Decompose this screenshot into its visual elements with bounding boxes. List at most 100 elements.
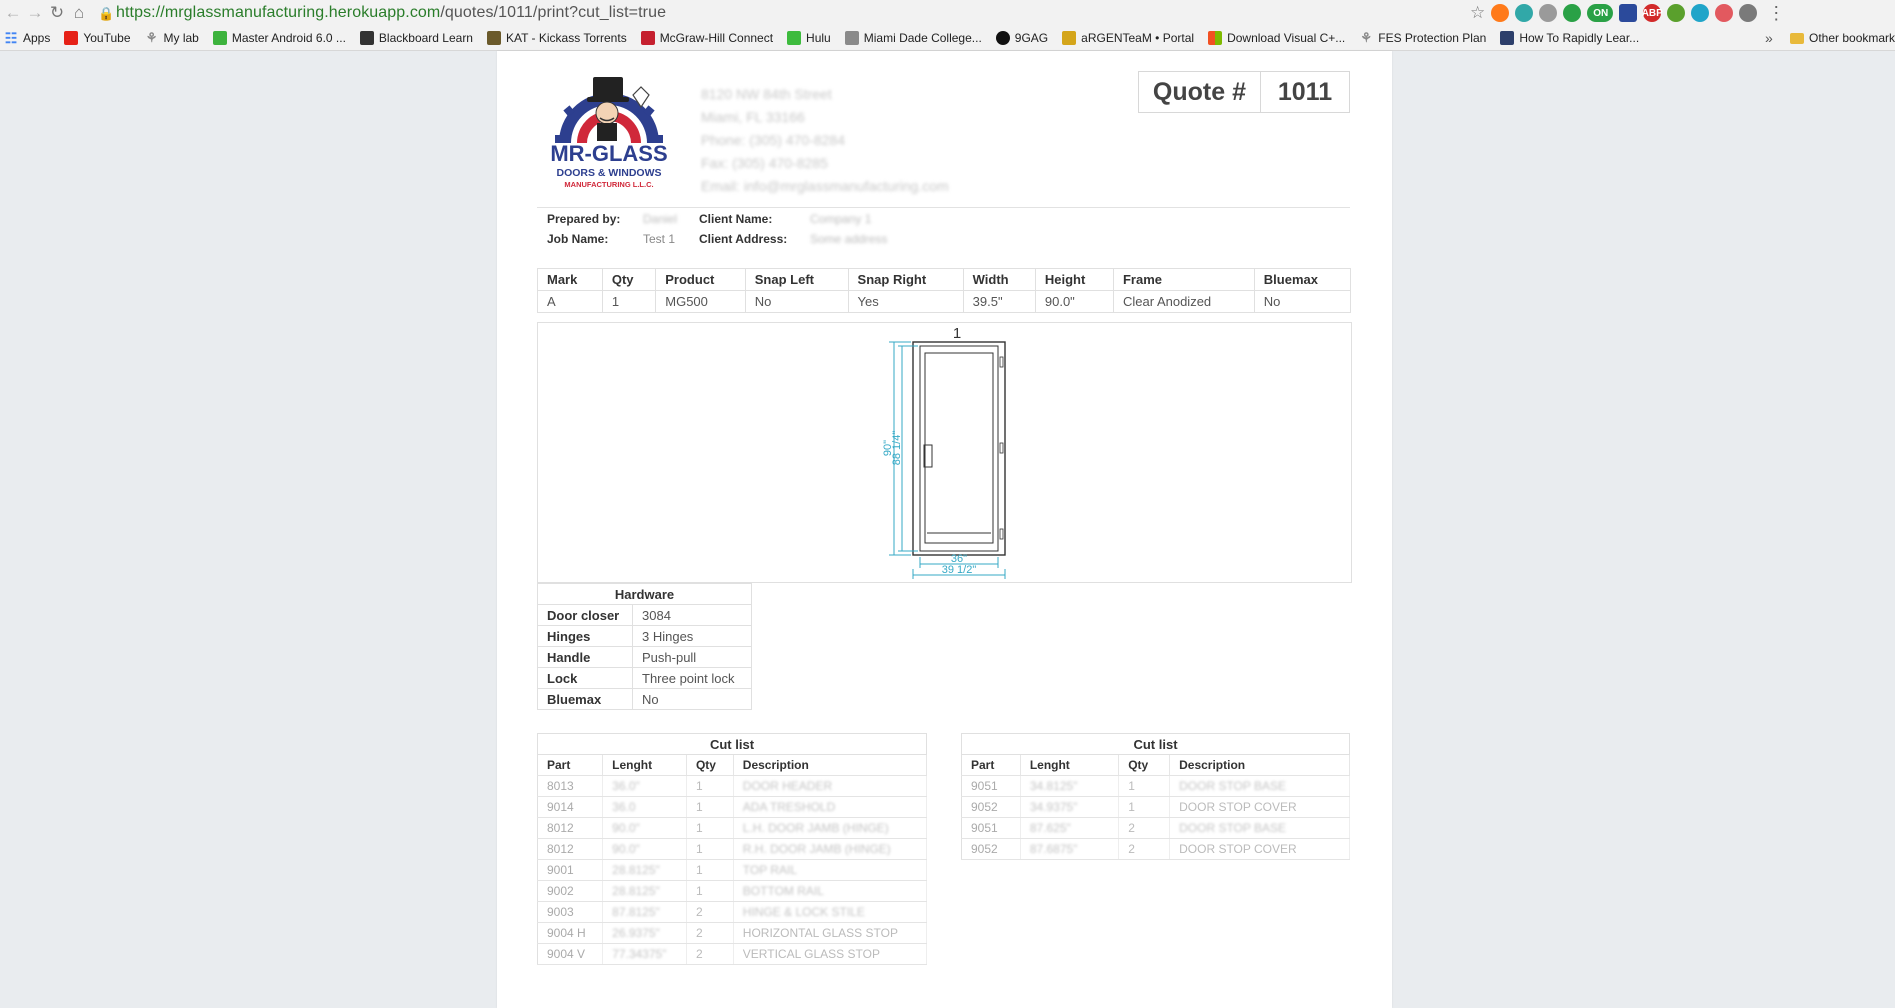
hardware-value: 3 Hinges [632,625,752,647]
spec-cell: 90.0" [1034,290,1114,313]
hinge-bottom [999,528,1004,540]
bookmark-item[interactable]: ☷ Apps [4,29,51,46]
quote-header: MR-GLASS DOORS & WINDOWS MANUFACTURING L… [537,61,1350,208]
spec-cell: No [1253,290,1352,313]
bookmark-item[interactable]: How To Rapidly Lear... [1500,31,1639,45]
cut-description: DOOR STOP COVER [1169,838,1350,860]
cut-description: VERTICAL GLASS STOP [733,943,928,965]
company-contact: 8120 NW 84th Street Miami, FL 33166 Phon… [701,83,949,198]
cut-row: 9052 87.6875" 2 DOOR STOP COVER [961,838,1350,860]
lab-icon: ⚘ [145,30,158,45]
adblock-icon[interactable]: ABP [1642,4,1663,22]
bookmark-item[interactable]: KAT - Kickass Torrents [486,31,627,45]
frog-extension-icon[interactable] [1667,4,1686,22]
spec-cell: MG500 [655,290,746,313]
spec-header-cell: Height [1034,268,1114,291]
bookmark-item[interactable]: Blackboard Learn [359,31,473,45]
company-email: Email: info@mrglassmanufacturing.com [701,178,949,194]
cut-description: BOTTOM RAIL [733,880,928,902]
more-bookmarks-chevron[interactable]: » [1765,26,1773,50]
toggle-on-switch[interactable]: ON [1587,4,1614,22]
bookmark-label: My lab [163,31,199,45]
bookmark-item[interactable]: aRGENTeaM • Portal [1062,31,1194,45]
bookmark-item[interactable]: ⚘ FES Protection Plan [1359,30,1486,45]
star-icon[interactable]: ☆ [1470,3,1485,23]
browser-toolbar: ← → ↻ ⌂ 🔒 https://mrglassmanufacturing.h… [0,0,1895,26]
extension-orange-icon[interactable] [1491,4,1510,22]
address-bar[interactable]: https://mrglassmanufacturing.herokuapp.c… [116,4,666,22]
quote-number: 1011 [1277,77,1333,106]
cut-row: 9051 34.8125" 1 DOOR STOP BASE [961,775,1350,797]
back-arrow-icon[interactable]: ← [2,2,24,24]
reload-icon[interactable]: ↻ [46,2,68,24]
cut-part: 9003 [537,901,604,923]
cut-row: 9004 V 77.34375" 2 VERTICAL GLASS STOP [537,943,928,965]
power-icon[interactable] [1563,4,1582,22]
cut-qty: 2 [686,901,734,923]
mcgraw-icon [640,31,655,45]
spec-header-cell: Frame [1112,268,1255,291]
hardware-key: Handle [537,646,633,668]
menu-dots-icon[interactable]: ⋮ [1767,3,1785,24]
forward-arrow-icon[interactable]: → [24,2,46,24]
hardware-row: Handle Push-pull [537,646,752,668]
spec-data-row: A 1 MG500 No Yes 39.5" 90.0" Clear Anodized No [537,290,1352,313]
home-icon[interactable]: ⌂ [68,2,90,24]
blocked-extension-icon[interactable] [1715,4,1734,22]
cut-length: 34.9375" [1020,796,1120,818]
bookmark-item[interactable]: Miami Dade College... [844,31,982,45]
cut-qty: 2 [1118,817,1171,839]
bookmark-item[interactable]: 9GAG [995,31,1048,45]
bookmark-item[interactable]: ⚘ My lab [145,30,199,45]
bookmark-item[interactable]: Hulu [787,31,831,45]
cut-list-left-title: Cut list [537,733,927,755]
other-bookmarks-folder[interactable]: Other bookmarks [1790,26,1895,50]
bookmark-item[interactable]: Master Android 6.0 ... [212,31,346,45]
cut-row: 9003 87.8125" 2 HINGE & LOCK STILE [537,901,928,923]
cut-description: L.H. DOOR JAMB (HINGE) [733,817,928,839]
door-frame [912,341,1006,556]
client-address-label: Client Address: [699,232,788,246]
hardware-key: Lock [537,667,633,689]
cut-qty: 2 [686,943,734,965]
bookmark-item[interactable]: McGraw-Hill Connect [640,31,773,45]
job-name-label: Job Name: [547,232,609,246]
cut-row: 8012 90.0" 1 R.H. DOOR JAMB (HINGE) [537,838,928,860]
cut-qty: 1 [686,859,734,881]
argenteam-icon [1062,31,1077,45]
download-icon[interactable] [1539,4,1558,22]
cut-part: 9051 [961,817,1021,839]
cut-row: 9051 87.625" 2 DOOR STOP BASE [961,817,1350,839]
spec-header-cell: Width [962,268,1036,291]
spec-header-row: Mark Qty Product Snap Left Snap Right Width He… [537,268,1352,291]
headphones-icon[interactable] [1515,4,1534,22]
cut-row: 9001 28.8125" 1 TOP RAIL [537,859,928,881]
cut-row: 9052 34.9375" 1 DOOR STOP COVER [961,796,1350,818]
hardware-value: 3084 [632,604,752,626]
job-meta: Prepared by: Daniel Client Name: Company… [547,209,887,249]
bookmark-item[interactable]: YouTube [64,31,131,45]
other-bookmarks-label: Other bookmarks [1809,31,1895,45]
cut-header-cell: Qty [1118,754,1171,776]
hardware-title: Hardware [537,583,752,605]
cut-header-cell: Qty [686,754,734,776]
cut-length: 36.0" [602,775,687,797]
mdc-icon [844,31,859,45]
cut-part: 9014 [537,796,604,818]
kat-icon [486,31,501,45]
bookmark-extension-icon[interactable] [1619,4,1638,22]
bookmark-item[interactable]: Download Visual C+... [1208,31,1345,45]
cut-part: 8012 [537,817,604,839]
shield-icon[interactable] [1739,4,1758,22]
bookmark-label: Hulu [806,31,831,45]
spec-cell: A [537,290,603,313]
play-extension-icon[interactable] [1691,4,1710,22]
apps-grid-icon: ☷ [4,29,18,46]
cut-qty: 1 [1118,796,1171,818]
company-phone: Phone: (305) 470-8284 [701,132,845,148]
logo-tagline: MANUFACTURING L.L.C. [564,180,653,189]
cut-description: DOOR STOP BASE [1169,775,1350,797]
bookmarks-list: ☷ Apps YouTube ⚘ My lab Master Android 6.0 ..… [4,29,1653,46]
cut-list-right-header: Part Lenght Qty Description [961,754,1350,776]
cut-list-right-title: Cut list [961,733,1350,755]
